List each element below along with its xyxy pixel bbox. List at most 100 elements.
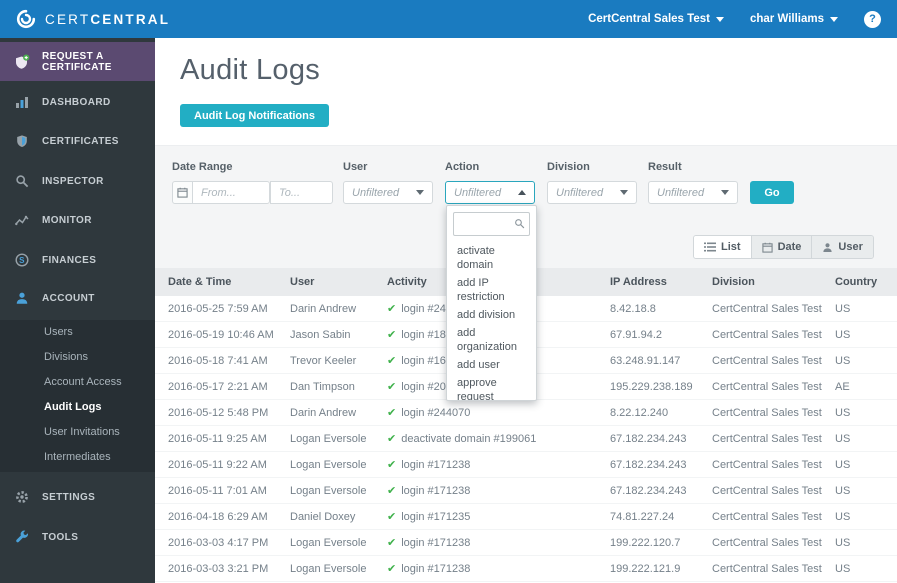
page-title: Audit Logs <box>180 54 321 86</box>
person-icon <box>822 242 833 253</box>
shield-icon <box>14 134 30 148</box>
main-content: Audit Logs Audit Log Notifications Date … <box>155 38 897 583</box>
go-button[interactable]: Go <box>750 181 794 204</box>
division-filter-value: Unfiltered <box>556 186 604 199</box>
topbar: CERTCENTRAL CertCentral Sales Test char … <box>0 0 897 38</box>
sidebar-item-users[interactable]: Users <box>0 320 155 345</box>
division-filter-select[interactable]: Unfiltered <box>547 181 637 204</box>
user-filter-select[interactable]: Unfiltered <box>343 181 433 204</box>
sidebar: REQUEST A CERTIFICATE DASHBOARD CERTIFIC… <box>0 38 155 583</box>
sidebar-item-tools[interactable]: TOOLS <box>0 524 155 550</box>
view-date-button[interactable]: Date <box>751 236 813 258</box>
sidebar-item-inspector[interactable]: INSPECTOR <box>0 168 155 194</box>
table-row[interactable]: 2016-05-11 9:25 AM Logan Eversole ✔ deact… <box>155 426 897 452</box>
user-menu[interactable]: char Williams <box>750 13 838 25</box>
success-check-icon: ✔ <box>387 433 397 445</box>
sidebar-item-finances[interactable]: S FINANCES <box>0 247 155 273</box>
action-dropdown-panel: activate domain add IP restriction add d… <box>446 205 537 401</box>
action-filter-label: Action <box>445 161 480 173</box>
brand[interactable]: CERTCENTRAL <box>16 9 170 29</box>
dropdown-option[interactable]: activate domain <box>447 242 536 274</box>
success-check-icon: ✔ <box>387 381 397 393</box>
success-check-icon: ✔ <box>387 329 397 341</box>
result-filter-value: Unfiltered <box>657 186 705 199</box>
dropdown-option[interactable]: add IP restriction <box>447 274 536 306</box>
sidebar-item-label: CERTIFICATES <box>42 135 119 147</box>
action-filter-select[interactable]: Unfiltered <box>445 181 535 204</box>
view-list-button[interactable]: List <box>694 236 752 258</box>
success-check-icon: ✔ <box>387 485 397 497</box>
shield-plus-icon <box>14 54 30 70</box>
table-row[interactable]: 2016-03-03 4:17 PM Logan Eversole ✔ login… <box>155 530 897 556</box>
account-switcher-menu[interactable]: CertCentral Sales Test <box>588 13 724 25</box>
dashboard-icon <box>14 95 30 109</box>
sidebar-item-label: TOOLS <box>42 531 79 543</box>
calendar-icon <box>761 242 773 253</box>
dollar-circle-icon: S <box>14 253 30 267</box>
dropdown-option[interactable]: add organization <box>447 324 536 356</box>
account-submenu: Users Divisions Account Access Audit Log… <box>0 320 155 472</box>
certcentral-app: CERTCENTRAL CertCentral Sales Test char … <box>0 0 897 583</box>
col-header-country: Country <box>835 276 878 288</box>
dropdown-option[interactable]: add user <box>447 356 536 374</box>
table-row[interactable]: 2016-05-11 9:22 AM Logan Eversole ✔ login… <box>155 452 897 478</box>
sidebar-item-request-a-certificate[interactable]: REQUEST A CERTIFICATE <box>0 42 155 81</box>
help-icon[interactable]: ? <box>864 10 881 28</box>
sidebar-item-user-invitations[interactable]: User Invitations <box>0 420 155 445</box>
sidebar-item-settings[interactable]: SETTINGS <box>0 484 155 510</box>
sidebar-item-divisions[interactable]: Divisions <box>0 345 155 370</box>
success-check-icon: ✔ <box>387 407 397 419</box>
chevron-down-icon <box>721 190 729 195</box>
user-menu-label: char Williams <box>749 13 824 25</box>
sidebar-item-audit-logs[interactable]: Audit Logs <box>0 395 155 420</box>
dropdown-option[interactable]: add division <box>447 306 536 324</box>
sidebar-item-label: ACCOUNT <box>42 292 95 304</box>
chevron-up-icon <box>518 190 526 195</box>
chevron-down-icon <box>830 16 838 22</box>
sidebar-item-monitor[interactable]: MONITOR <box>0 207 155 233</box>
sidebar-item-dashboard[interactable]: DASHBOARD <box>0 89 155 115</box>
date-from-input[interactable] <box>192 181 270 204</box>
sidebar-item-account[interactable]: ACCOUNT <box>0 285 155 311</box>
success-check-icon: ✔ <box>387 459 397 471</box>
calendar-picker-button[interactable] <box>172 181 193 204</box>
sidebar-item-intermediates[interactable]: Intermediates <box>0 445 155 470</box>
col-header-user: User <box>290 276 315 288</box>
table-row[interactable]: 2016-05-11 7:01 AM Logan Eversole ✔ login… <box>155 478 897 504</box>
pulse-graph-icon <box>14 213 30 227</box>
sidebar-item-label: INSPECTOR <box>42 175 104 187</box>
sidebar-item-label: MONITOR <box>42 214 92 226</box>
sidebar-item-account-access[interactable]: Account Access <box>0 370 155 395</box>
sidebar-item-label: DASHBOARD <box>42 96 111 108</box>
sidebar-item-label: SETTINGS <box>42 491 96 503</box>
dropdown-option[interactable]: approve request <box>447 374 536 400</box>
success-check-icon: ✔ <box>387 303 397 315</box>
search-icon <box>514 218 525 229</box>
account-switcher-label: CertCentral Sales Test <box>588 13 710 25</box>
sidebar-item-certificates[interactable]: CERTIFICATES <box>0 128 155 154</box>
wrench-icon <box>14 530 30 544</box>
division-filter-label: Division <box>547 161 590 173</box>
topbar-right: CertCentral Sales Test char Williams ? <box>588 10 881 28</box>
date-to-input[interactable] <box>270 181 333 204</box>
view-list-label: List <box>721 241 741 253</box>
table-row[interactable]: 2016-03-03 3:21 PM Logan Eversole ✔ login… <box>155 556 897 582</box>
result-filter-label: Result <box>648 161 682 173</box>
calendar-icon <box>177 187 188 198</box>
sidebar-item-label: REQUEST A CERTIFICATE <box>42 50 112 73</box>
table-row[interactable]: 2016-04-18 6:29 AM Daniel Doxey ✔ login #… <box>155 504 897 530</box>
result-filter-select[interactable]: Unfiltered <box>648 181 738 204</box>
view-user-button[interactable]: User <box>812 236 873 258</box>
success-check-icon: ✔ <box>387 563 397 575</box>
person-icon <box>14 291 30 305</box>
table-row[interactable]: 2016-05-12 5:48 PM Darin Andrew ✔ login #… <box>155 400 897 426</box>
success-check-icon: ✔ <box>387 355 397 367</box>
user-filter-label: User <box>343 161 368 173</box>
audit-log-notifications-button[interactable]: Audit Log Notifications <box>180 104 329 127</box>
digicert-logo-icon <box>16 9 36 29</box>
date-range-label: Date Range <box>172 161 233 173</box>
gear-icon <box>14 490 30 504</box>
col-header-ip-address: IP Address <box>610 276 667 288</box>
magnifier-icon <box>14 174 30 188</box>
view-user-label: User <box>838 241 863 253</box>
